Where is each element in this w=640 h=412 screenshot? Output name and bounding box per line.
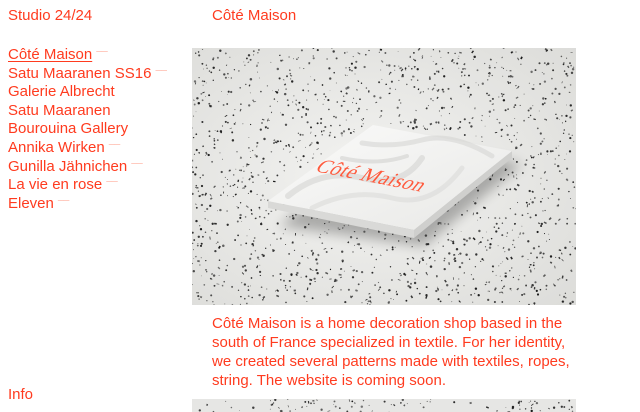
nav-link-bourouina-gallery[interactable]: Bourouina Gallery [8, 120, 128, 137]
nav-item-eleven: Eleven —— [8, 195, 166, 214]
dash-icon: —— [96, 49, 108, 55]
dash-icon: —— [57, 198, 70, 205]
info-link[interactable]: Info [8, 386, 33, 404]
nav-item-la-vie-en-rose: La vie en rose —— [8, 176, 166, 195]
nav-link-eleven[interactable]: Eleven [8, 195, 54, 212]
nav-link-galerie-albrecht[interactable]: Galerie Albrecht [8, 83, 115, 100]
nav-item-bourouina-gallery: Bourouina Gallery [8, 120, 166, 139]
project-nav: Côté Maison —— Satu Maaranen SS16 —— Galer… [8, 46, 167, 214]
site-title-link[interactable]: Studio 24/24 [8, 7, 92, 25]
nav-item-cote-maison: Côté Maison —— [8, 46, 166, 65]
next-project-image [192, 399, 576, 412]
nav-item-galerie-albrecht: Galerie Albrecht [8, 83, 166, 102]
nav-link-gunilla-jahnichen[interactable]: Gunilla Jähnichen [8, 158, 127, 175]
business-card-photo: Côté Maison [192, 48, 576, 305]
nav-link-satu-maaranen[interactable]: Satu Maaranen [8, 102, 111, 119]
dash-icon: —— [106, 179, 118, 186]
nav-link-la-vie-en-rose[interactable]: La vie en rose [8, 177, 102, 194]
nav-item-annika-wirken: Annika Wirken —— [8, 139, 166, 158]
nav-item-satu-maaranen-ss16: Satu Maaranen SS16 —— [8, 65, 167, 84]
nav-item-satu-maaranen: Satu Maaranen [8, 102, 166, 121]
dash-icon: —— [108, 141, 121, 148]
project-hero-image: Côté Maison [192, 48, 576, 305]
page-title: Côté Maison [212, 7, 297, 24]
dash-icon: —— [131, 160, 143, 167]
nav-link-cote-maison[interactable]: Côté Maison [8, 46, 92, 63]
nav-link-satu-maaranen-ss16[interactable]: Satu Maaranen SS16 [8, 65, 151, 82]
project-description: Côté Maison is a home decoration shop ba… [212, 315, 570, 389]
nav-item-gunilla-jahnichen: Gunilla Jähnichen —— [8, 158, 166, 177]
nav-link-annika-wirken[interactable]: Annika Wirken [8, 139, 105, 156]
dash-icon: —— [155, 67, 167, 74]
speckle-texture [198, 399, 574, 412]
next-image-texture [198, 399, 574, 412]
